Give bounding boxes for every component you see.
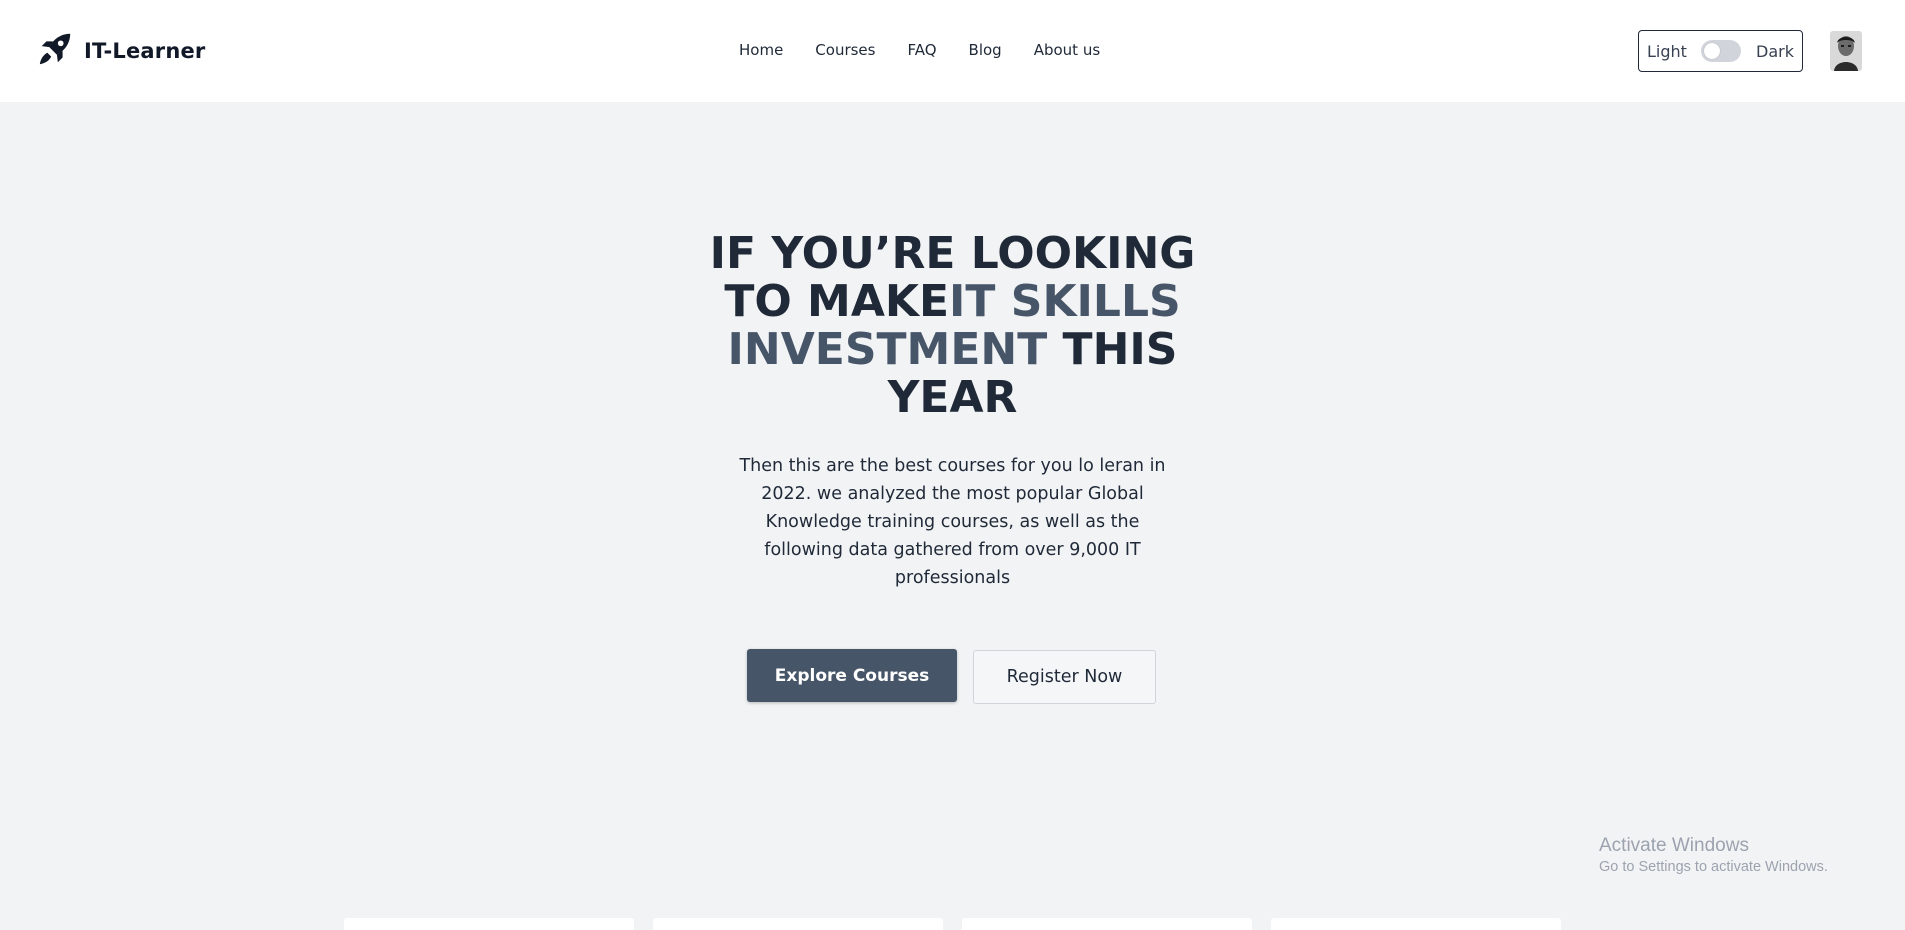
nav-about-us[interactable]: About us [1034,40,1100,60]
hero-title: IF YOU’RE LOOKING TO MAKEIT SKILLS INVES… [700,230,1205,422]
hero-description: Then this are the best courses for you l… [739,456,1166,588]
main-nav: Home Courses FAQ Blog About us [739,40,1100,60]
explore-courses-button[interactable]: Explore Courses [747,649,957,702]
hero-section: IF YOU’RE LOOKING TO MAKEIT SKILLS INVES… [0,102,1905,930]
nav-faq[interactable]: FAQ [907,40,936,60]
nav-courses[interactable]: Courses [815,40,875,60]
windows-activation-watermark: Activate Windows Go to Settings to activ… [1599,834,1899,876]
course-card[interactable] [962,918,1252,930]
switch-knob [1704,43,1721,59]
course-card[interactable] [653,918,943,930]
nav-blog[interactable]: Blog [969,40,1002,60]
brand-name: IT-Learner [84,39,206,63]
register-now-button[interactable]: Register Now [973,650,1156,704]
light-label: Light [1647,41,1687,61]
rocket-icon [36,30,74,73]
theme-toggle[interactable]: Light Dark [1638,30,1803,72]
dark-label: Dark [1756,41,1794,61]
watermark-title: Activate Windows [1599,835,1749,856]
user-avatar[interactable] [1830,31,1862,71]
nav-home[interactable]: Home [739,40,783,60]
brand-logo[interactable]: IT-Learner [36,31,205,71]
theme-switch[interactable] [1701,40,1742,62]
watermark-subtitle: Go to Settings to activate Windows. [1599,859,1828,875]
course-card[interactable] [1271,918,1561,930]
course-card[interactable] [344,918,634,930]
navbar: IT-Learner Home Courses FAQ Blog About u… [0,0,1905,102]
